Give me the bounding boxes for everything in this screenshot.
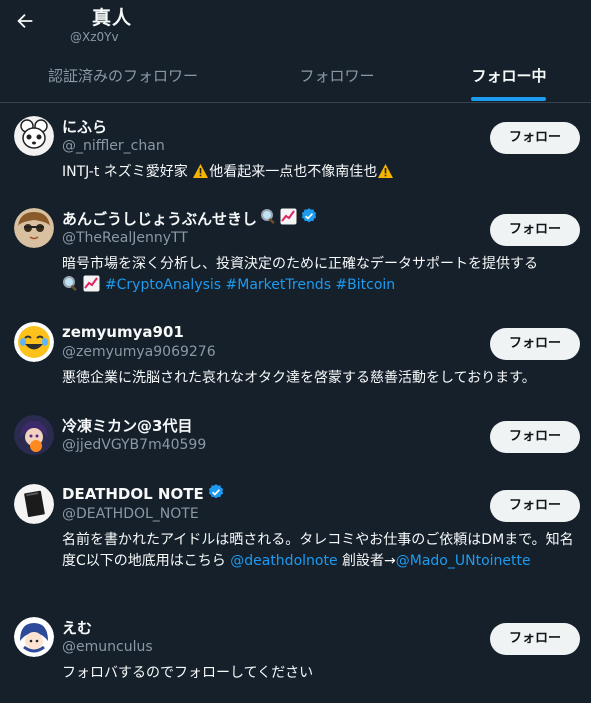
warning-icon: [377, 163, 394, 186]
page-handle: @Xz0Yv: [70, 30, 119, 44]
user-handle: @DEATHDOL_NOTE: [62, 506, 199, 522]
user-bio: 名前を書かれたアイドルは晒される。タレコミやお仕事のご依頼はDMまで。知名度C以…: [62, 532, 574, 569]
follow-button[interactable]: フォロー: [490, 421, 580, 453]
user-cell[interactable]: DEATHDOL NOTE @DEATHDOL_NOTE 名前を書かれたアイドル…: [0, 484, 591, 594]
mention-link[interactable]: @deathdolnote: [230, 553, 337, 569]
user-cell[interactable]: zemyumya901 @zemyumya9069276 悪徳企業に洗脳された哀…: [0, 322, 591, 402]
chart-icon: [280, 208, 297, 229]
user-handle: @zemyumya9069276: [62, 344, 216, 360]
user-bio: 暗号市場を深く分析し、投資決定のために正確なデータサポートを提供する #Cryp…: [62, 254, 580, 299]
user-cell[interactable]: えむ @emunculus フォロバするのでフォローしてください フォロー: [0, 617, 591, 697]
user-name[interactable]: DEATHDOL NOTE: [62, 485, 204, 503]
follow-button[interactable]: フォロー: [490, 122, 580, 154]
user-handle: @emunculus: [62, 639, 153, 655]
tab-verified-followers[interactable]: 認証済みのフォロワー: [30, 52, 216, 102]
user-name[interactable]: あんごうしじょうぶんせきし: [62, 208, 257, 229]
warning-icon: [192, 163, 209, 186]
avatar[interactable]: [14, 484, 54, 524]
avatar[interactable]: [14, 415, 54, 455]
user-handle: @TheRealJennyTT: [62, 230, 188, 246]
follow-button[interactable]: フォロー: [490, 214, 580, 246]
user-bio: 悪徳企業に洗脳された哀れなオタク達を啓蒙する慈善活動をしております。: [62, 370, 536, 386]
avatar[interactable]: [14, 617, 54, 657]
magnifier-icon: [260, 208, 277, 229]
user-name[interactable]: にふら: [62, 116, 107, 137]
chart-icon: [83, 275, 100, 299]
user-bio: INTJ-t ネズミ愛好家 他看起来一点也不像南佳也: [62, 162, 580, 186]
user-name[interactable]: えむ: [62, 617, 92, 638]
user-name[interactable]: 冷凍ミカン@3代目: [62, 415, 192, 436]
verified-badge-icon: [207, 483, 225, 505]
avatar[interactable]: [14, 322, 54, 362]
user-handle: @jjedVGYB7m40599: [62, 437, 207, 453]
user-handle: @_niffler_chan: [62, 138, 165, 154]
active-tab-indicator: [471, 97, 546, 101]
tab-following[interactable]: フォロー中: [448, 52, 570, 102]
follow-button[interactable]: フォロー: [490, 623, 580, 655]
profile-header: 真人 @Xz0Yv: [0, 0, 591, 52]
user-bio: フォロバするのでフォローしてください: [62, 665, 314, 681]
verified-badge-icon: [300, 207, 318, 229]
page-title: 真人: [92, 7, 133, 29]
follow-button[interactable]: フォロー: [490, 328, 580, 360]
avatar[interactable]: [14, 208, 54, 248]
user-cell[interactable]: あんごうしじょうぶんせきし @TheRealJennyTT 暗号市場を深く分析し…: [0, 208, 591, 303]
user-cell[interactable]: 冷凍ミカン@3代目 @jjedVGYB7m40599 フォロー: [0, 415, 591, 465]
tab-bar: 認証済みのフォロワー フォロワー フォロー中: [0, 52, 591, 103]
tab-followers[interactable]: フォロワー: [262, 52, 412, 102]
avatar[interactable]: [14, 116, 54, 156]
hashtag-links[interactable]: #CryptoAnalysis #MarketTrends #Bitcoin: [105, 277, 395, 293]
back-arrow-icon[interactable]: [14, 10, 36, 32]
mention-link[interactable]: @Mado_UNtoinette: [396, 553, 531, 569]
user-name[interactable]: zemyumya901: [62, 323, 184, 341]
follow-button[interactable]: フォロー: [490, 490, 580, 522]
user-cell[interactable]: にふら @_niffler_chan INTJ-t ネズミ愛好家 他看起来一点也…: [0, 116, 591, 196]
magnifier-icon: [62, 275, 79, 299]
